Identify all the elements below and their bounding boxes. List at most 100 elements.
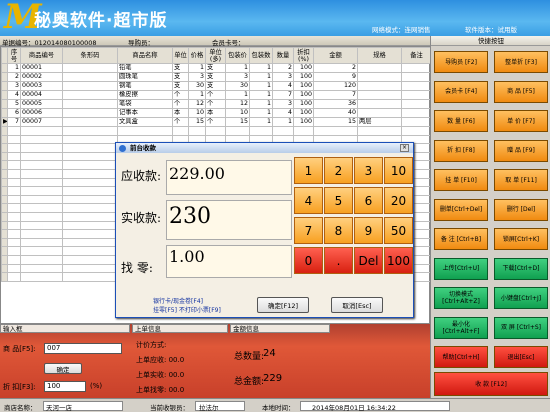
table-cell[interactable]: 00002 bbox=[20, 72, 63, 82]
table-cell[interactable]: 00006 bbox=[20, 108, 63, 118]
column-header[interactable]: 包装价 bbox=[225, 47, 250, 64]
keypad-key[interactable]: 2 bbox=[324, 157, 353, 184]
table-row[interactable]: ▶ 7 00007 文具盒个 15 个 15 1 1 100 15 两层 bbox=[1, 117, 432, 127]
table-cell[interactable]: 00001 bbox=[20, 63, 63, 73]
table-row[interactable]: 3 00003 钢笔支 30 支 30 1 4 100 120 bbox=[1, 81, 432, 91]
table-cell[interactable] bbox=[62, 108, 118, 118]
due-amount-field[interactable]: 229.00 bbox=[166, 160, 292, 195]
quick-button[interactable]: 数 量 [F6] bbox=[434, 110, 488, 132]
table-cell[interactable]: 00005 bbox=[20, 99, 63, 109]
table-cell[interactable]: 100 bbox=[293, 99, 314, 109]
table-cell[interactable]: 1 bbox=[249, 108, 273, 118]
discount-input[interactable]: 100 bbox=[44, 381, 86, 392]
keypad-key[interactable]: 10 bbox=[384, 157, 413, 184]
table-cell[interactable]: 3 bbox=[7, 81, 21, 91]
table-cell[interactable]: 15 bbox=[188, 117, 206, 127]
quick-button[interactable]: 双 屏 [Ctrl+S] bbox=[494, 316, 548, 339]
table-cell[interactable]: 7 bbox=[313, 90, 358, 100]
table-cell[interactable]: 1 bbox=[188, 90, 206, 100]
keypad-key[interactable]: 5 bbox=[324, 187, 353, 214]
table-cell[interactable]: 2 bbox=[272, 63, 294, 73]
table-row[interactable]: 5 00005 笔袋个 12 个 12 1 3 100 36 bbox=[1, 99, 432, 109]
table-cell[interactable]: 9 bbox=[313, 72, 358, 82]
table-row[interactable]: 6 00006 记事本本 10 本 10 1 4 100 40 bbox=[1, 108, 432, 118]
table-cell[interactable]: 支 bbox=[172, 63, 189, 73]
table-cell[interactable] bbox=[357, 63, 402, 73]
quick-button[interactable]: 会员卡 [F4] bbox=[434, 80, 488, 103]
paid-amount-field[interactable]: 230 bbox=[166, 200, 292, 240]
confirm-button[interactable]: 确定 bbox=[44, 363, 82, 374]
column-header[interactable]: 商品编号 bbox=[20, 47, 63, 64]
table-cell[interactable]: 个 bbox=[205, 99, 226, 109]
column-header[interactable]: 金额 bbox=[313, 47, 358, 64]
table-cell[interactable]: 支 bbox=[205, 81, 226, 91]
column-header[interactable]: 规格 bbox=[357, 47, 402, 64]
table-cell[interactable]: 1 bbox=[225, 63, 250, 73]
product-input[interactable]: 007 bbox=[44, 343, 122, 354]
table-cell[interactable]: 6 bbox=[7, 108, 21, 118]
quick-button[interactable]: 整单折 [F3] bbox=[494, 51, 548, 73]
table-cell[interactable]: 个 bbox=[172, 90, 189, 100]
table-cell[interactable] bbox=[357, 90, 402, 100]
table-cell[interactable]: 40 bbox=[313, 108, 358, 118]
table-cell[interactable]: 12 bbox=[225, 99, 250, 109]
table-cell[interactable]: 5 bbox=[7, 99, 21, 109]
table-cell[interactable]: 30 bbox=[225, 81, 250, 91]
quick-button[interactable]: 最小化[Ctrl+Alt+F] bbox=[434, 316, 488, 339]
keypad-key[interactable]: 9 bbox=[354, 217, 383, 244]
rounding-hint[interactable]: 挂零[F5] 不打印小票[F9] bbox=[153, 305, 221, 314]
table-cell[interactable]: 4 bbox=[272, 81, 294, 91]
table-cell[interactable]: 圆珠笔 bbox=[117, 72, 173, 82]
table-cell[interactable]: 支 bbox=[172, 72, 189, 82]
bank-card-hint[interactable]: 银行卡/现金卷[F4] bbox=[153, 296, 203, 305]
quick-button[interactable]: 帮助[Ctrl+H] bbox=[434, 346, 488, 368]
quick-button[interactable]: 切换模式 [Ctrl+Alt+Z] bbox=[434, 287, 488, 309]
column-header[interactable]: 单位 bbox=[172, 47, 189, 64]
table-cell[interactable]: 3 bbox=[272, 72, 294, 82]
table-cell[interactable]: 100 bbox=[293, 63, 314, 73]
table-cell[interactable]: 1 bbox=[272, 117, 294, 127]
table-cell[interactable]: 本 bbox=[205, 108, 226, 118]
table-cell[interactable]: 笔袋 bbox=[117, 99, 173, 109]
table-cell[interactable]: 30 bbox=[188, 81, 206, 91]
column-header[interactable]: 单位(多) bbox=[205, 47, 226, 64]
table-cell[interactable]: 1 bbox=[249, 72, 273, 82]
close-button[interactable]: × bbox=[400, 144, 409, 152]
table-cell[interactable] bbox=[401, 72, 432, 82]
table-cell[interactable]: 橡皮擦 bbox=[117, 90, 173, 100]
table-cell[interactable]: 2 bbox=[313, 63, 358, 73]
table-cell[interactable]: 120 bbox=[313, 81, 358, 91]
table-cell[interactable]: 4 bbox=[7, 90, 21, 100]
table-cell[interactable]: 1 bbox=[188, 63, 206, 73]
table-cell[interactable]: 12 bbox=[188, 99, 206, 109]
cancel-button[interactable]: 取消[Esc] bbox=[331, 297, 383, 313]
table-cell[interactable] bbox=[357, 81, 402, 91]
table-row[interactable]: 2 00002 圆珠笔支 3 支 3 1 3 100 9 bbox=[1, 72, 432, 82]
table-cell[interactable]: 100 bbox=[293, 90, 314, 100]
quick-button[interactable]: 挂 单 [F10] bbox=[434, 169, 488, 191]
table-cell[interactable]: 1 bbox=[225, 90, 250, 100]
keypad-key[interactable]: 8 bbox=[324, 217, 353, 244]
table-cell[interactable]: 1 bbox=[249, 99, 273, 109]
column-header[interactable]: 商品名称 bbox=[117, 47, 173, 64]
table-cell[interactable]: 00004 bbox=[20, 90, 63, 100]
table-cell[interactable] bbox=[401, 81, 432, 91]
quick-button[interactable]: 赠 品 [F9] bbox=[494, 139, 548, 162]
quick-button[interactable]: 退出[Esc] bbox=[494, 346, 548, 368]
quick-button[interactable]: 折 扣 [F8] bbox=[434, 139, 488, 162]
keypad-key[interactable]: 100 bbox=[384, 247, 413, 274]
table-cell[interactable] bbox=[62, 90, 118, 100]
table-cell[interactable]: 本 bbox=[172, 108, 189, 118]
quick-button[interactable]: 单 价 [F7] bbox=[494, 110, 548, 132]
table-cell[interactable]: 7 bbox=[272, 90, 294, 100]
table-cell[interactable]: 3 bbox=[272, 99, 294, 109]
column-header[interactable]: 备注 bbox=[401, 47, 432, 64]
table-cell[interactable]: 1 bbox=[7, 63, 21, 73]
keypad-key[interactable]: 4 bbox=[294, 187, 323, 214]
quick-button[interactable]: 锁屏[Ctrl+K] bbox=[494, 228, 548, 250]
table-cell[interactable]: 钢笔 bbox=[117, 81, 173, 91]
table-cell[interactable]: 15 bbox=[313, 117, 358, 127]
table-row[interactable]: 1 00001 铅笔支 1 支 1 1 2 100 2 bbox=[1, 63, 432, 73]
table-cell[interactable] bbox=[401, 99, 432, 109]
table-cell[interactable]: 4 bbox=[272, 108, 294, 118]
